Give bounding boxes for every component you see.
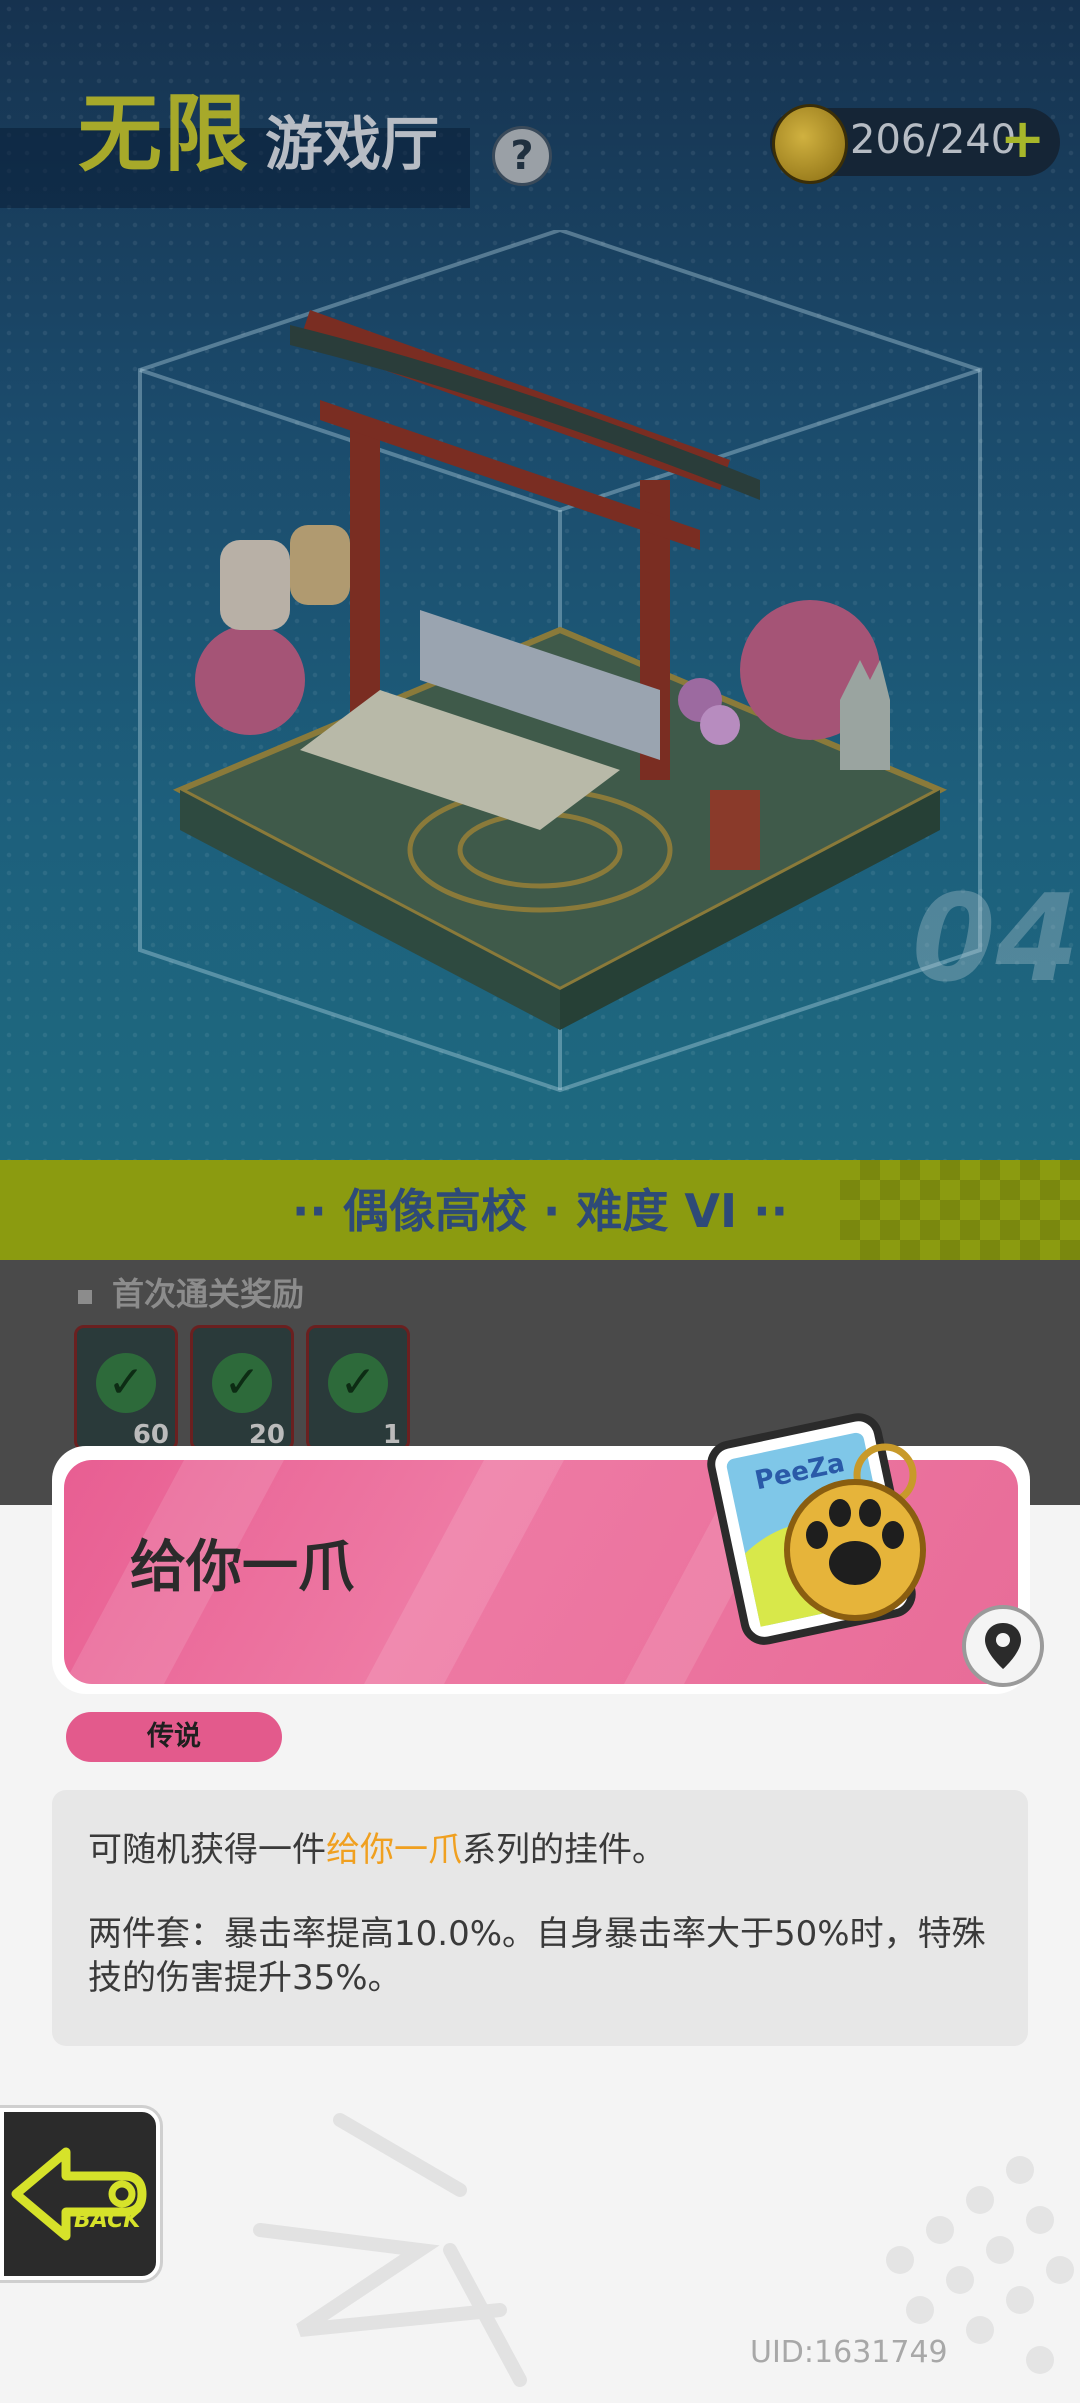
reward-count: 60: [132, 1420, 169, 1450]
check-icon: ✓: [328, 1353, 388, 1413]
stage-diorama[interactable]: [120, 230, 990, 1110]
heading-marker: [78, 1290, 92, 1304]
currency-value: 206/240: [850, 117, 1017, 163]
page-title: 无限: [78, 85, 251, 183]
help-button[interactable]: ?: [492, 126, 552, 186]
check-icon: ✓: [212, 1353, 272, 1413]
user-id: UID:1631749: [750, 2335, 948, 2370]
reward-count: 1: [382, 1420, 401, 1450]
back-label: BACK: [74, 2208, 141, 2233]
rewards-heading: 首次通关奖励: [112, 1275, 305, 1313]
reward-item[interactable]: ✓ 1: [306, 1325, 410, 1451]
reward-item[interactable]: ✓ 20: [190, 1325, 294, 1451]
rarity-badge: 传说: [66, 1712, 282, 1762]
panel-decoration: [253, 2113, 1074, 2387]
desc-highlight: 给你一爪: [326, 1830, 462, 1870]
reward-item[interactable]: ✓ 60: [74, 1325, 178, 1451]
item-name: 给你一爪: [130, 1535, 354, 1600]
back-arrow-icon: [11, 2147, 147, 2241]
map-pin-icon: [985, 1623, 1021, 1669]
desc-prefix: 可随机获得一件: [88, 1830, 326, 1870]
coin-icon: [772, 104, 848, 184]
check-icon: ✓: [96, 1353, 156, 1413]
locate-button[interactable]: [962, 1605, 1044, 1687]
item-set-bonus: 两件套：暴击率提高10.0%。自身暴击率大于50%时，特殊技的伤害提升35%。: [88, 1914, 986, 1999]
reward-count: 20: [248, 1420, 285, 1450]
desc-suffix: 系列的挂件。: [462, 1830, 666, 1870]
stage-name: ·· 偶像高校 · 难度 VI ··: [291, 1184, 789, 1238]
page-subtitle: 游戏厅: [265, 110, 440, 178]
back-button[interactable]: [0, 2108, 160, 2280]
add-currency-button[interactable]: +: [1000, 112, 1045, 166]
stage-number: 04: [912, 870, 1079, 1009]
item-description-line1: 可随机获得一件给你一爪系列的挂件。: [88, 1828, 666, 1872]
paw-keychain-icon: PeeZa: [707, 1413, 926, 1645]
